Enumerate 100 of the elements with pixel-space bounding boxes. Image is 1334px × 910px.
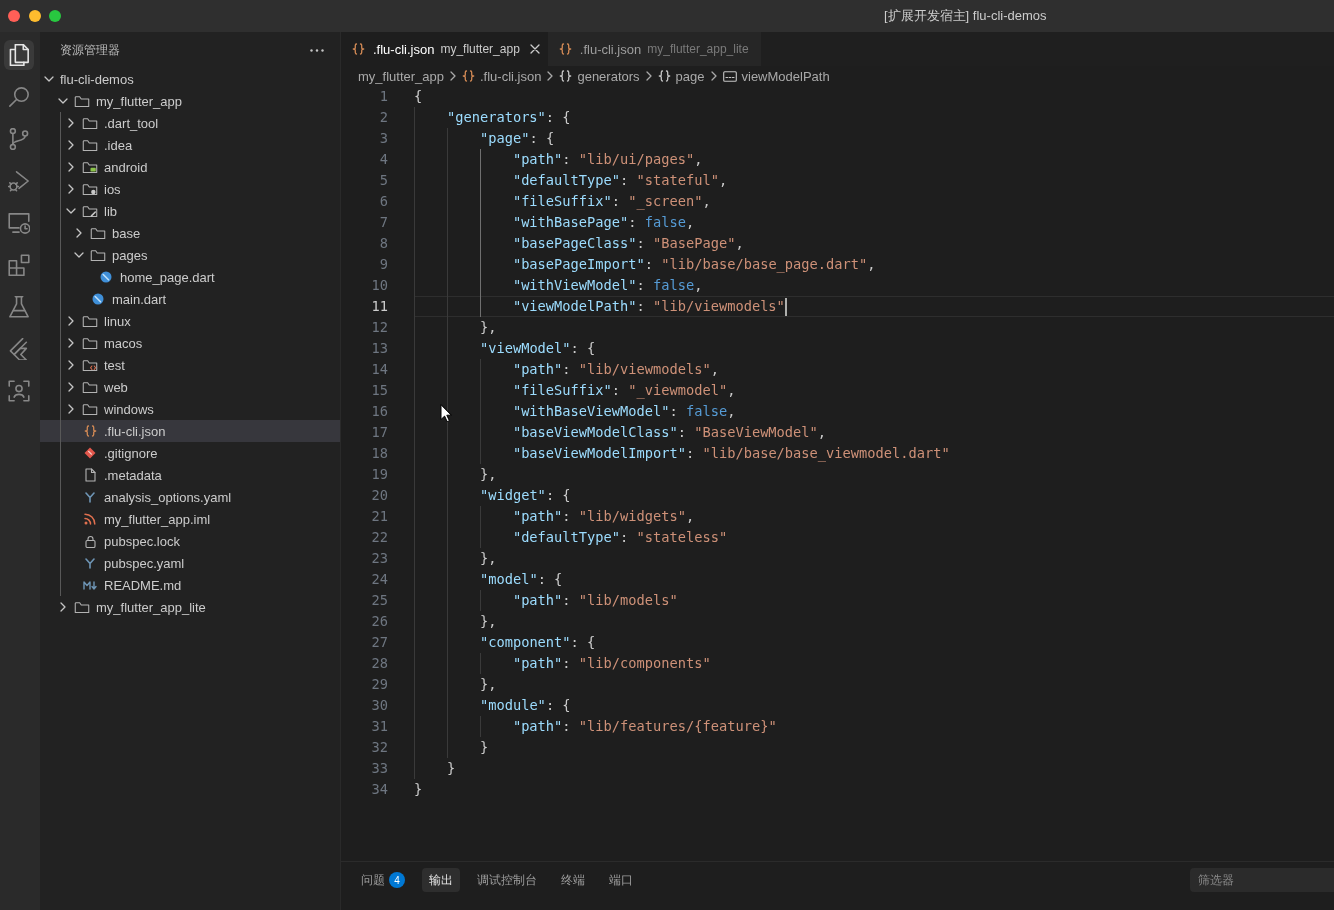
activity-bar-button[interactable] — [4, 40, 34, 70]
code-line: } — [479, 739, 489, 755]
tree-item[interactable]: base — [40, 222, 340, 244]
tree-item[interactable]: main.dart — [40, 288, 340, 310]
line-number: 6 — [379, 193, 388, 209]
folder-icon — [82, 160, 98, 174]
tree-item[interactable]: .idea — [40, 134, 340, 156]
tree-item[interactable]: .flu-cli.json — [40, 420, 340, 442]
code-line: "baseViewModelClass": "BaseViewModel", — [512, 424, 827, 440]
tree-item[interactable]: flu-cli-demos — [40, 68, 340, 90]
line-number: 19 — [371, 466, 388, 482]
tree-item[interactable]: pubspec.lock — [40, 530, 340, 552]
search-icon — [8, 86, 30, 108]
code-line: }, — [479, 466, 497, 482]
tree-item[interactable]: my_flutter_app.iml — [40, 508, 340, 530]
breadcrumb-item[interactable]: generators — [559, 68, 640, 84]
braces-icon — [352, 43, 365, 55]
code-line: "basePageClass": "BasePage", — [512, 235, 744, 251]
line-number: 15 — [371, 382, 388, 398]
line-number: 32 — [371, 739, 388, 755]
tree-item[interactable]: pages — [40, 244, 340, 266]
code-line: { — [414, 88, 423, 104]
folder-icon — [74, 600, 90, 614]
braces-icon — [83, 425, 97, 437]
chevron-right-icon — [450, 71, 456, 81]
code-line: "path": "lib/ui/pages", — [512, 151, 703, 167]
code-line: "path": "lib/widgets", — [512, 508, 695, 524]
tree-item[interactable]: macos — [40, 332, 340, 354]
panel-tab[interactable]: 调试控制台 — [470, 868, 544, 892]
folder-icon — [82, 138, 98, 152]
panel-tab[interactable]: 输出 — [422, 868, 460, 892]
line-number: 21 — [371, 508, 388, 524]
braces-icon — [462, 70, 475, 82]
code-line: "withBasePage": false, — [512, 214, 695, 230]
line-number: 23 — [371, 550, 388, 566]
window-close-button[interactable] — [8, 10, 20, 22]
line-number: 28 — [371, 655, 388, 671]
code-line: "fileSuffix": "_viewmodel", — [512, 382, 736, 398]
chevron-right-icon — [710, 71, 717, 81]
tree-item[interactable]: windows — [40, 398, 340, 420]
code-line: "path": "lib/features/{feature}" — [512, 718, 777, 734]
tree-item[interactable]: web — [40, 376, 340, 398]
line-number: 29 — [371, 676, 388, 692]
breadcrumb-item[interactable]: my_flutter_app — [358, 68, 444, 84]
feed-icon — [84, 513, 96, 525]
panel-tab[interactable]: 端口 — [602, 868, 640, 892]
file-icon — [84, 468, 96, 482]
tree-item[interactable]: lib — [40, 200, 340, 222]
code-line: "withBaseViewModel": false, — [512, 403, 736, 419]
code-line: }, — [479, 319, 497, 335]
panel-tab[interactable]: 问题 4 — [354, 868, 412, 892]
folder-icon — [90, 226, 106, 240]
tree-item[interactable]: pubspec.yaml — [40, 552, 340, 574]
tree-item[interactable]: android — [40, 156, 340, 178]
breadcrumb-item[interactable]: page — [657, 68, 705, 84]
diamond-icon — [84, 447, 96, 459]
tree-item[interactable]: my_flutter_app_lite — [40, 596, 340, 618]
filter-field[interactable]: 筛选器 — [1190, 868, 1334, 892]
tree-item[interactable]: test — [40, 354, 340, 376]
line-number: 5 — [379, 172, 388, 188]
breadcrumb-item[interactable]: .flu-cli.json — [462, 68, 542, 84]
line-number: 12 — [371, 319, 388, 335]
code-line: "viewModel": { — [479, 340, 596, 356]
markdown-icon — [83, 580, 97, 590]
tree-item[interactable]: .gitignore — [40, 442, 340, 464]
tree-item[interactable]: home_page.dart — [40, 266, 340, 288]
explorer-title: 资源管理器 — [60, 41, 120, 59]
window-maximize-button[interactable] — [49, 10, 61, 22]
code-line: }, — [479, 550, 497, 566]
more-icon[interactable] — [310, 48, 324, 52]
mouse-pointer-icon — [440, 404, 452, 422]
folder-icon — [82, 380, 98, 394]
code-line: } — [446, 760, 456, 776]
tree-item[interactable]: .metadata — [40, 464, 340, 486]
close-icon[interactable] — [529, 44, 540, 54]
breadcrumb-item[interactable]: viewModelPath — [722, 68, 830, 84]
code-line: } — [414, 781, 423, 797]
line-number: 20 — [371, 487, 388, 503]
tree-item[interactable]: analysis_options.yaml — [40, 486, 340, 508]
code-line: "path": "lib/viewmodels", — [512, 361, 719, 377]
code-line: "path": "lib/models" — [512, 592, 678, 608]
window-minimize-button[interactable] — [28, 10, 41, 22]
code-line: "component": { — [479, 634, 596, 650]
line-number: 25 — [371, 592, 388, 608]
line-number: 30 — [371, 697, 388, 713]
tree-item[interactable]: linux — [40, 310, 340, 332]
tree-item[interactable]: my_flutter_app — [40, 90, 340, 112]
code-line: "path": "lib/components" — [512, 655, 711, 671]
code-line: "defaultType": "stateful", — [512, 172, 728, 188]
code-line: "basePageImport": "lib/base/base_page.dart", — [512, 256, 876, 272]
panel-tab[interactable]: 终端 — [554, 868, 592, 892]
code-line: "viewModelPath": "lib/viewmodels" — [512, 298, 785, 314]
editor-tab[interactable]: .flu-cli.json my_flutter_app_lite — [547, 32, 761, 66]
tree-item[interactable]: ios — [40, 178, 340, 200]
tree-item[interactable]: .dart_tool — [40, 112, 340, 134]
tree-item[interactable]: README.md — [40, 574, 340, 596]
code-line: "fileSuffix": "_screen", — [512, 193, 711, 209]
count-badge: 4 — [389, 872, 405, 888]
files-icon — [8, 44, 30, 66]
chevron-right-icon — [547, 71, 554, 81]
